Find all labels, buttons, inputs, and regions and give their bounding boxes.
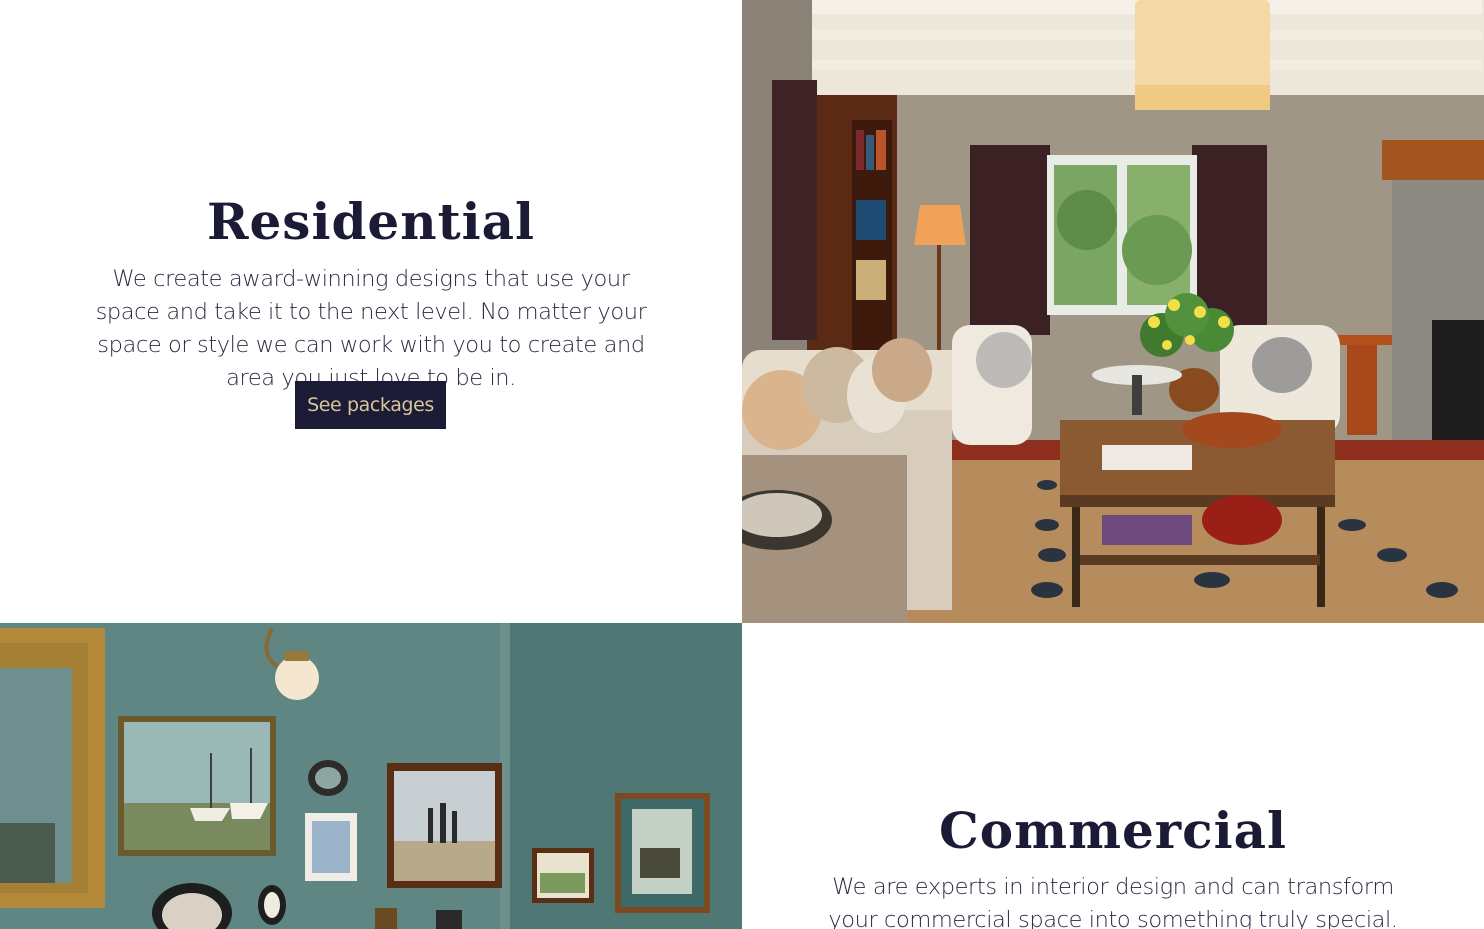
- living-room-photo: [742, 0, 1484, 623]
- commercial-section: Commercial We are experts in interior de…: [742, 623, 1484, 929]
- residential-description: We create award-winning designs that use…: [95, 266, 647, 391]
- residential-title: Residential: [206, 192, 536, 251]
- see-packages-button[interactable]: See packages: [295, 381, 446, 429]
- gallery-wall-illustration: [0, 623, 742, 929]
- commercial-description: We are experts in interior design and ca…: [828, 874, 1398, 929]
- residential-section: Residential We create award-winning desi…: [0, 0, 742, 623]
- gallery-wall-photo: [0, 623, 742, 929]
- commercial-title: Commercial: [939, 801, 1287, 860]
- living-room-illustration: [742, 0, 1484, 623]
- services-grid: Residential We create award-winning desi…: [0, 0, 1484, 929]
